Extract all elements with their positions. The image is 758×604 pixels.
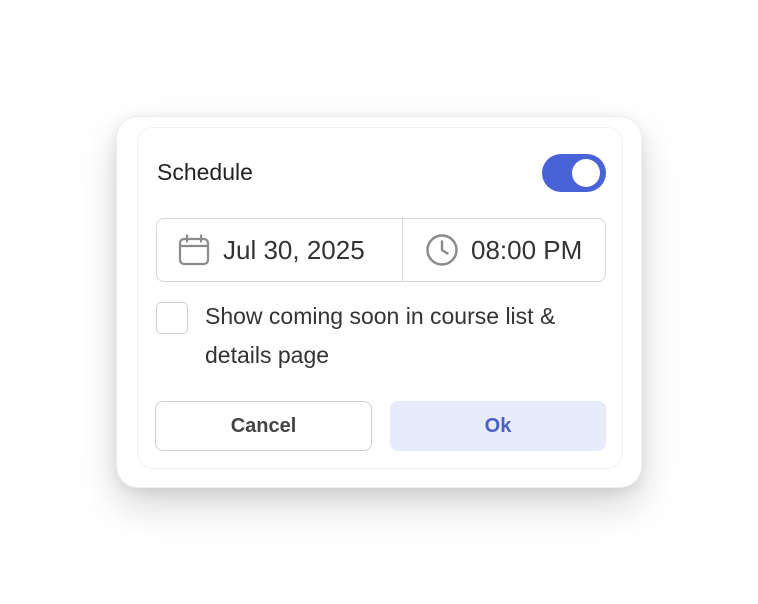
schedule-dialog: Schedule Jul 30, 2025 08:00 PM Show comi… (116, 116, 642, 488)
time-field[interactable]: 08:00 PM (403, 219, 605, 281)
clock-icon (425, 233, 459, 267)
datetime-picker: Jul 30, 2025 08:00 PM (156, 218, 606, 282)
coming-soon-label: Show coming soon in course list & detail… (205, 303, 556, 368)
schedule-toggle[interactable] (542, 154, 606, 192)
calendar-icon (177, 233, 211, 267)
date-value: Jul 30, 2025 (223, 234, 365, 265)
toggle-knob (572, 159, 600, 187)
cancel-button[interactable]: Cancel (155, 401, 372, 451)
time-value: 08:00 PM (471, 234, 583, 265)
schedule-title: Schedule (157, 159, 253, 185)
date-field[interactable]: Jul 30, 2025 (157, 219, 403, 281)
coming-soon-checkbox[interactable] (156, 302, 188, 334)
ok-button[interactable]: Ok (390, 401, 606, 451)
page-background: Schedule Jul 30, 2025 08:00 PM Show comi… (0, 0, 758, 604)
